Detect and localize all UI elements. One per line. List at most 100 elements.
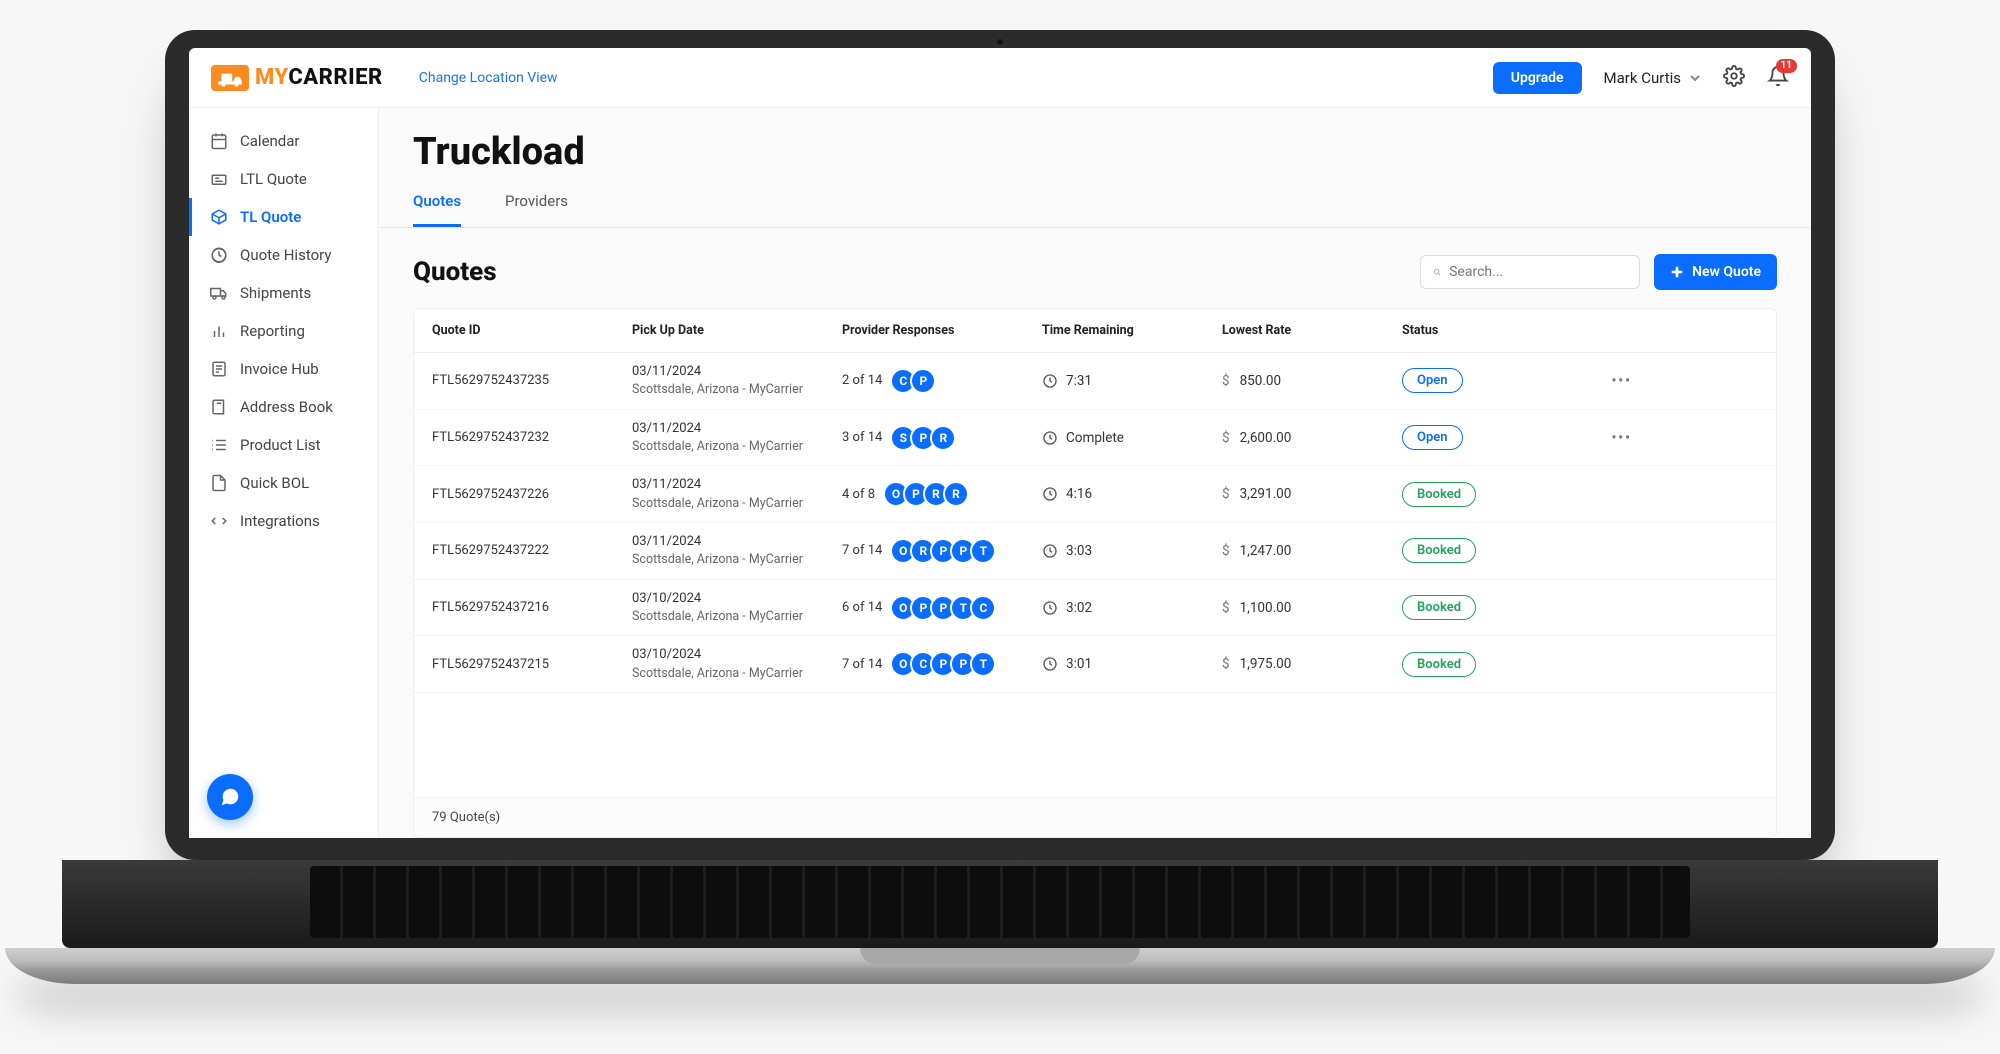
search-input[interactable] — [1449, 264, 1627, 280]
status-pill[interactable]: Open — [1402, 425, 1463, 450]
tabs: Quotes Providers — [379, 180, 1811, 228]
clock-icon — [1042, 430, 1058, 446]
sidebar-item-product-list[interactable]: Product List — [189, 426, 378, 464]
user-menu[interactable]: Mark Curtis — [1604, 69, 1701, 87]
pickup-location: Scottsdale, Arizona - MyCarrier — [632, 495, 842, 513]
column-header[interactable]: Lowest Rate — [1222, 323, 1402, 338]
status-pill[interactable]: Booked — [1402, 482, 1476, 507]
time-cell: 7:31 — [1042, 373, 1222, 389]
table-row[interactable]: FTL5629752437222 03/11/2024 Scottsdale, … — [414, 523, 1776, 580]
time-cell: 4:16 — [1042, 486, 1222, 502]
row-actions-button[interactable]: ••• — [1572, 430, 1632, 446]
rate-value: 1,247.00 — [1240, 543, 1292, 559]
column-header[interactable]: Time Remaining — [1042, 323, 1222, 338]
sidebar-item-label: Quick BOL — [240, 474, 309, 492]
sidebar-item-invoice-hub[interactable]: Invoice Hub — [189, 350, 378, 388]
pickup-cell: 03/11/2024 Scottsdale, Arizona - MyCarri… — [632, 420, 842, 456]
pickup-cell: 03/10/2024 Scottsdale, Arizona - MyCarri… — [632, 646, 842, 682]
time-remaining: 7:31 — [1066, 373, 1092, 389]
column-header[interactable]: Status — [1402, 323, 1572, 338]
time-cell: 3:02 — [1042, 600, 1222, 616]
provider-chip: T — [970, 538, 996, 564]
sidebar-item-reporting[interactable]: Reporting — [189, 312, 378, 350]
pickup-date: 03/10/2024 — [632, 590, 842, 608]
quote-id: FTL5629752437235 — [432, 373, 632, 388]
rate-cell: $ 850.00 — [1222, 373, 1402, 389]
calendar-icon — [210, 132, 228, 150]
sidebar-item-address-book[interactable]: Address Book — [189, 388, 378, 426]
search-box[interactable] — [1420, 255, 1640, 289]
column-header[interactable]: Pick Up Date — [632, 323, 842, 338]
table-row[interactable]: FTL5629752437232 03/11/2024 Scottsdale, … — [414, 410, 1776, 467]
pickup-cell: 03/11/2024 Scottsdale, Arizona - MyCarri… — [632, 533, 842, 569]
section-title: Quotes — [413, 257, 497, 287]
chat-widget-button[interactable] — [207, 774, 253, 820]
new-quote-label: New Quote — [1692, 264, 1761, 280]
provider-chip: R — [943, 481, 969, 507]
user-name: Mark Curtis — [1604, 69, 1681, 87]
row-actions-button[interactable]: ••• — [1572, 373, 1632, 389]
table-row[interactable]: FTL5629752437226 03/11/2024 Scottsdale, … — [414, 466, 1776, 523]
sidebar-item-integrations[interactable]: Integrations — [189, 502, 378, 540]
upgrade-button[interactable]: Upgrade — [1493, 62, 1582, 94]
rate-cell: $ 3,291.00 — [1222, 486, 1402, 502]
new-quote-button[interactable]: New Quote — [1654, 254, 1777, 290]
sidebar-item-label: Quote History — [240, 246, 331, 264]
tab-quotes[interactable]: Quotes — [413, 192, 461, 227]
sidebar-item-quick-bol[interactable]: Quick BOL — [189, 464, 378, 502]
invoice-icon — [210, 360, 228, 378]
table-row[interactable]: FTL5629752437216 03/10/2024 Scottsdale, … — [414, 580, 1776, 637]
sidebar-item-quote-history[interactable]: Quote History — [189, 236, 378, 274]
logo-carrier: CARRIER — [288, 65, 382, 90]
clock-icon — [1042, 486, 1058, 502]
status-pill[interactable]: Booked — [1402, 652, 1476, 677]
sidebar: CalendarLTL Quote TL Quote Quote History Sh… — [189, 108, 379, 838]
table-row[interactable]: FTL5629752437215 03/10/2024 Scottsdale, … — [414, 636, 1776, 693]
pickup-location: Scottsdale, Arizona - MyCarrier — [632, 665, 842, 683]
pickup-cell: 03/11/2024 Scottsdale, Arizona - MyCarri… — [632, 363, 842, 399]
time-remaining: 3:01 — [1066, 656, 1092, 672]
quotes-table: Quote IDPick Up DateProvider ResponsesTi… — [413, 308, 1777, 838]
pickup-date: 03/11/2024 — [632, 476, 842, 494]
currency-symbol: $ — [1222, 600, 1230, 616]
time-remaining: Complete — [1066, 430, 1124, 446]
rate-cell: $ 1,100.00 — [1222, 600, 1402, 616]
quote-id: FTL5629752437232 — [432, 430, 632, 445]
settings-button[interactable] — [1723, 65, 1745, 91]
responses-cell: 7 of 14 OCPPT — [842, 651, 1042, 677]
sidebar-item-shipments[interactable]: Shipments — [189, 274, 378, 312]
sidebar-item-tl-quote[interactable]: TL Quote — [189, 198, 378, 236]
history-icon — [210, 246, 228, 264]
sidebar-item-calendar[interactable]: Calendar — [189, 122, 378, 160]
status-pill[interactable]: Booked — [1402, 595, 1476, 620]
chevron-down-icon — [1689, 72, 1701, 84]
sidebar-item-label: Invoice Hub — [240, 360, 319, 378]
status-pill[interactable]: Open — [1402, 368, 1463, 393]
pickup-date: 03/11/2024 — [632, 363, 842, 381]
rate-value: 3,291.00 — [1240, 486, 1292, 502]
rate-value: 1,100.00 — [1240, 600, 1292, 616]
column-header[interactable]: Provider Responses — [842, 323, 1042, 338]
quote-id: FTL5629752437222 — [432, 543, 632, 558]
column-header[interactable]: Quote ID — [432, 323, 632, 338]
clock-icon — [1042, 373, 1058, 389]
quote-id: FTL5629752437226 — [432, 487, 632, 502]
sidebar-item-label: TL Quote — [240, 208, 301, 226]
notifications-button[interactable]: 11 — [1767, 65, 1789, 91]
integrations-icon — [210, 512, 228, 530]
rate-value: 1,975.00 — [1240, 656, 1292, 672]
tab-providers[interactable]: Providers — [505, 192, 568, 227]
rate-cell: $ 1,975.00 — [1222, 656, 1402, 672]
page-title: Truckload — [379, 108, 1811, 180]
change-location-link[interactable]: Change Location View — [419, 70, 558, 86]
time-remaining: 4:16 — [1066, 486, 1092, 502]
provider-chip: C — [970, 595, 996, 621]
response-count: 6 of 14 — [842, 600, 882, 615]
currency-symbol: $ — [1222, 486, 1230, 502]
sidebar-item-ltl-quote[interactable]: LTL Quote — [189, 160, 378, 198]
provider-chip: P — [910, 368, 936, 394]
status-pill[interactable]: Booked — [1402, 538, 1476, 563]
pickup-cell: 03/11/2024 Scottsdale, Arizona - MyCarri… — [632, 476, 842, 512]
time-cell: 3:01 — [1042, 656, 1222, 672]
table-row[interactable]: FTL5629752437235 03/11/2024 Scottsdale, … — [414, 353, 1776, 410]
